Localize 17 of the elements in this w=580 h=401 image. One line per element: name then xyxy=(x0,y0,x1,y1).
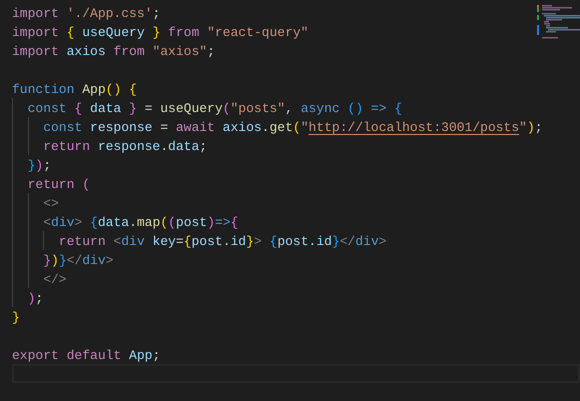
code-line: }); xyxy=(26,157,52,175)
code-line: const response = await axios.get("http://localhost:3001/posts"); xyxy=(42,119,543,137)
code-line: return response.data; xyxy=(42,138,208,156)
code-line: <div> {data.map((post)=>{ xyxy=(42,214,238,232)
code-line: return ( xyxy=(26,176,90,194)
code-line: const { data } = useQuery("posts", async () => { xyxy=(26,100,402,118)
code-line: <> xyxy=(42,195,59,213)
code-line: function App() { xyxy=(12,81,137,99)
code-line: import axios from "axios"; xyxy=(12,43,215,61)
code-line: })}</div> xyxy=(42,252,114,270)
code-line: export default App; xyxy=(12,347,160,365)
code-line: import { useQuery } from "react-query" xyxy=(12,24,308,42)
code-line: </> xyxy=(42,271,67,289)
code-line: import './App.css'; xyxy=(12,5,160,23)
code-line: return <div key={post.id}> {post.id}</div> xyxy=(58,233,387,251)
code-line: ); xyxy=(26,290,44,308)
code-line: } xyxy=(12,309,20,327)
